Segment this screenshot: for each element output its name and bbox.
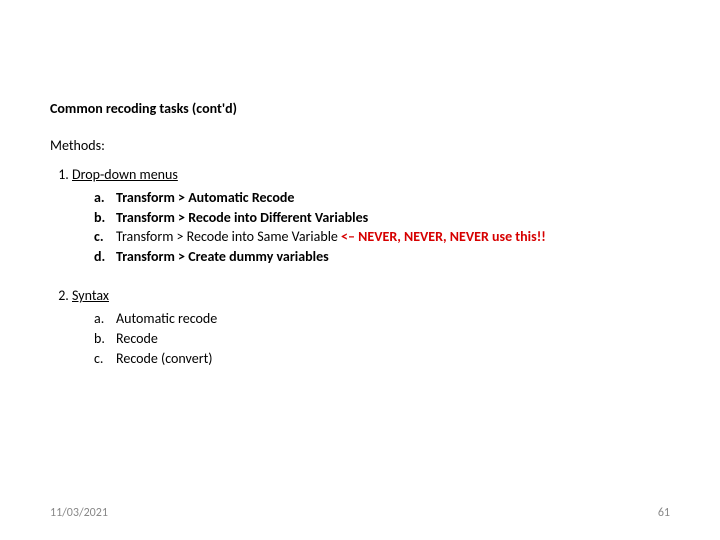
method-1-d: d. Transform > Create dummy variables: [94, 248, 670, 267]
marker-b: b.: [94, 209, 112, 228]
method-2-c-text: Recode (convert): [116, 350, 213, 367]
method-1-c-warning: <– NEVER, NEVER, NEVER use this!!: [341, 228, 546, 245]
method-2-a-text: Automatic recode: [116, 310, 217, 327]
marker-2a: a.: [94, 310, 112, 329]
method-item-2: Syntax a. Automatic recode b. Recode c. …: [72, 287, 670, 369]
method-2-b-text: Recode: [116, 330, 158, 347]
footer-date: 11/03/2021: [50, 506, 108, 520]
marker-d: d.: [94, 248, 112, 267]
method-2-b: b. Recode: [94, 330, 670, 349]
methods-label: Methods:: [50, 137, 670, 156]
marker-c: c.: [94, 228, 112, 247]
marker-2b: b.: [94, 330, 112, 349]
method-1-b-text: Transform > Recode into Different Variab…: [116, 209, 368, 226]
method-2-sublist: a. Automatic recode b. Recode c. Recode …: [72, 310, 670, 369]
slide-title: Common recoding tasks (cont'd): [50, 100, 670, 119]
footer-page-number: 61: [658, 506, 670, 520]
slide: Common recoding tasks (cont'd) Methods: …: [0, 0, 720, 369]
method-1-a: a. Transform > Automatic Recode: [94, 189, 670, 208]
methods-list: Drop-down menus a. Transform > Automatic…: [50, 166, 670, 369]
method-1-c-text: Transform > Recode into Same Variable: [116, 228, 341, 245]
method-2-head: Syntax: [72, 287, 109, 304]
method-1-sublist: a. Transform > Automatic Recode b. Trans…: [72, 189, 670, 268]
method-1-head: Drop-down menus: [72, 166, 178, 183]
marker-2c: c.: [94, 350, 112, 369]
method-1-c: c. Transform > Recode into Same Variable…: [94, 228, 670, 247]
method-item-1: Drop-down menus a. Transform > Automatic…: [72, 166, 670, 267]
method-1-d-text: Transform > Create dummy variables: [116, 248, 329, 265]
method-2-c: c. Recode (convert): [94, 350, 670, 369]
marker-a: a.: [94, 189, 112, 208]
method-1-b: b. Transform > Recode into Different Var…: [94, 209, 670, 228]
method-1-a-text: Transform > Automatic Recode: [116, 189, 294, 206]
method-2-a: a. Automatic recode: [94, 310, 670, 329]
